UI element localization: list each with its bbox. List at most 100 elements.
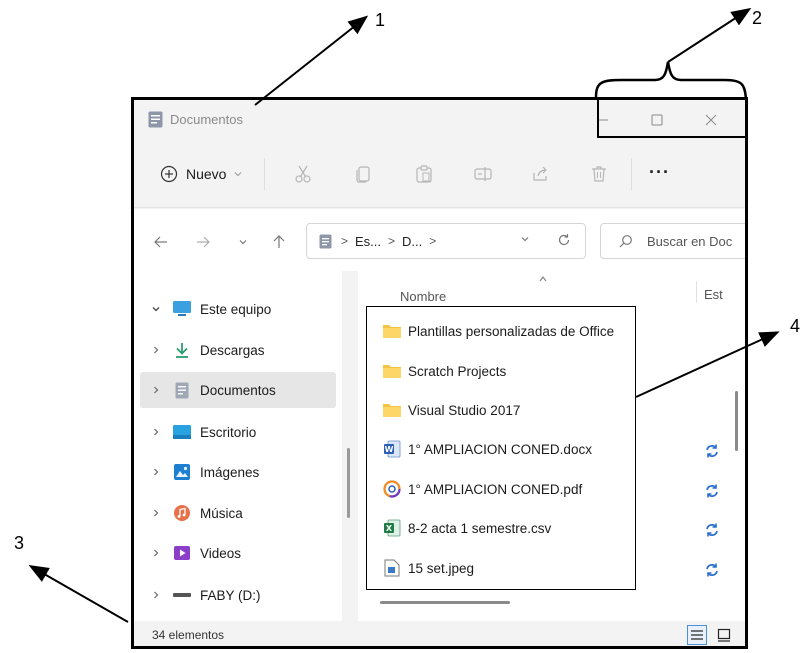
folder-icon <box>382 361 402 381</box>
file-list: Nombre Est Plantillas personalizadas de … <box>358 271 745 621</box>
drive-icon <box>172 585 192 605</box>
search-box[interactable]: Buscar en Doc <box>600 223 745 259</box>
copy-button[interactable] <box>352 162 376 186</box>
forward-button[interactable] <box>192 231 214 253</box>
rename-icon <box>474 167 492 181</box>
breadcrumb-separator: > <box>341 234 349 248</box>
annotation-arrow-2 <box>667 7 752 63</box>
folder-icon <box>382 321 402 341</box>
toolbar-divider <box>631 158 632 190</box>
sidebar-item-label: Documentos <box>200 382 276 398</box>
close-button[interactable] <box>688 107 734 133</box>
document-folder-icon <box>148 111 163 128</box>
svg-text:X: X <box>386 524 393 533</box>
sidebar-item-escritorio[interactable]: Escritorio <box>140 414 336 450</box>
file-row[interactable]: Scratch Projects <box>382 353 682 389</box>
svg-text:W: W <box>385 445 394 454</box>
chevron-right-icon[interactable] <box>146 548 166 558</box>
paste-button[interactable] <box>412 162 436 186</box>
file-row[interactable]: Plantillas personalizadas de Office <box>382 313 682 349</box>
tiles-view-icon <box>717 628 731 642</box>
sidebar-item-musica[interactable]: Música <box>140 495 336 531</box>
sidebar-item-label: Descargas <box>200 342 265 358</box>
sidebar-scrollbar[interactable] <box>347 448 350 518</box>
more-options-button[interactable]: ··· <box>649 162 670 183</box>
document-folder-icon <box>319 234 332 248</box>
file-row[interactable]: Visual Studio 2017 <box>382 392 682 428</box>
refresh-icon[interactable] <box>557 233 571 247</box>
arrow-up-icon <box>273 235 285 248</box>
file-name: Scratch Projects <box>408 363 507 379</box>
chevron-down-icon <box>239 240 247 245</box>
back-button[interactable] <box>150 231 172 253</box>
sidebar-item-label: Música <box>200 505 243 521</box>
file-list-horizontal-scrollbar[interactable] <box>380 601 510 604</box>
chevron-right-icon[interactable] <box>146 508 166 518</box>
file-name: 1° AMPLIACION CONED.pdf <box>408 481 583 497</box>
sidebar-item-label: Videos <box>200 545 242 561</box>
annotation-arrow-3 <box>28 565 129 623</box>
address-bar[interactable]: > Es... > D... > <box>306 223 586 259</box>
chevron-right-icon[interactable] <box>146 590 166 600</box>
file-row[interactable]: W 1° AMPLIACION CONED.docx <box>382 431 682 467</box>
breadcrumb-item[interactable]: D... <box>402 234 422 249</box>
file-row[interactable]: X 8-2 acta 1 semestre.csv <box>382 510 682 546</box>
sidebar-item-videos[interactable]: Videos <box>140 535 336 571</box>
maximize-button[interactable] <box>634 107 680 133</box>
annotation-label-2: 2 <box>752 8 763 28</box>
plus-circle-icon <box>160 165 178 183</box>
file-name: 15 set.jpeg <box>408 560 475 576</box>
column-header-status[interactable]: Est <box>704 287 723 302</box>
file-row[interactable]: 15 set.jpeg <box>382 550 682 586</box>
file-name: Plantillas personalizadas de Office <box>408 323 615 339</box>
new-button[interactable]: Nuevo <box>154 157 248 191</box>
title-bar[interactable]: Documentos <box>134 100 745 140</box>
share-button[interactable] <box>528 162 552 186</box>
copy-icon <box>356 166 370 183</box>
status-bar: 34 elementos <box>134 621 745 646</box>
new-button-label: Nuevo <box>186 166 227 182</box>
sidebar-item-documentos[interactable]: Documentos <box>140 372 336 408</box>
document-icon <box>172 380 192 400</box>
search-placeholder: Buscar en Doc <box>647 233 733 249</box>
annotation-brace <box>594 61 748 101</box>
desktop-icon <box>172 422 192 442</box>
chevron-right-icon[interactable] <box>146 345 166 355</box>
file-list-vertical-scrollbar[interactable] <box>735 391 738 451</box>
recent-locations-button[interactable] <box>232 231 254 253</box>
sidebar-item-descargas[interactable]: Descargas <box>140 332 336 368</box>
chevron-down-icon[interactable] <box>520 234 530 244</box>
file-name: 8-2 acta 1 semestre.csv <box>408 520 552 536</box>
annotation-arrow-1 <box>254 15 369 106</box>
chevron-right-icon[interactable] <box>146 467 166 477</box>
column-divider[interactable] <box>696 281 697 303</box>
folder-icon <box>382 400 402 420</box>
chevron-right-icon[interactable] <box>146 427 166 437</box>
details-view-button[interactable] <box>687 625 707 645</box>
share-icon <box>533 166 547 181</box>
video-icon <box>172 543 192 563</box>
sidebar-item-faby-drive[interactable]: FABY (D:) <box>140 577 336 613</box>
word-file-icon: W <box>382 439 402 459</box>
music-icon <box>172 503 192 523</box>
minimize-icon <box>598 119 608 121</box>
image-file-icon <box>382 558 402 578</box>
tiles-view-button[interactable] <box>714 625 734 645</box>
sync-icon <box>706 484 718 498</box>
rename-button[interactable] <box>471 162 495 186</box>
cut-icon <box>295 165 311 183</box>
minimize-button[interactable] <box>580 107 626 133</box>
breadcrumb-separator: > <box>429 234 437 248</box>
file-row[interactable]: 1° AMPLIACION CONED.pdf <box>382 471 682 507</box>
window-title: Documentos <box>170 112 243 127</box>
cut-button[interactable] <box>291 162 315 186</box>
chevron-right-icon[interactable] <box>146 385 166 395</box>
breadcrumb-item[interactable]: Es... <box>355 234 381 249</box>
delete-button[interactable] <box>587 162 611 186</box>
chevron-down-icon[interactable] <box>146 304 166 314</box>
computer-icon <box>172 299 192 319</box>
up-button[interactable] <box>268 231 290 253</box>
column-header-name[interactable]: Nombre <box>400 289 446 304</box>
sidebar-item-imagenes[interactable]: Imágenes <box>140 454 336 490</box>
sidebar-item-este-equipo[interactable]: Este equipo <box>140 291 336 327</box>
